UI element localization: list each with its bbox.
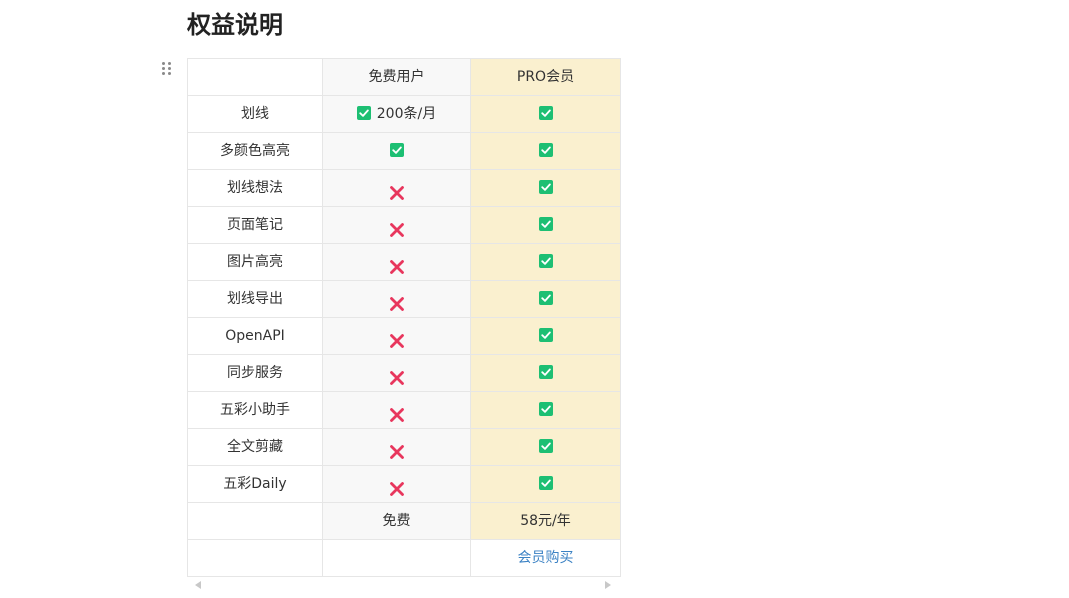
pro-tier-cell <box>470 169 621 207</box>
check-icon <box>538 254 553 268</box>
check-icon <box>538 439 553 453</box>
feature-name: 划线导出 <box>187 280 323 318</box>
feature-name: 划线想法 <box>187 169 323 207</box>
buy-row: 会员购买 <box>187 539 621 577</box>
free-tier-cell <box>322 243 471 281</box>
free-price: 免费 <box>322 502 471 540</box>
check-icon <box>538 180 553 194</box>
table-row: 页面笔记 <box>187 206 621 244</box>
pro-tier-cell <box>470 354 621 392</box>
check-icon <box>538 291 553 305</box>
feature-name: 图片高亮 <box>187 243 323 281</box>
drag-handle-icon[interactable] <box>162 62 174 78</box>
pro-tier-cell <box>470 391 621 429</box>
pro-tier-cell <box>470 206 621 244</box>
rights-table: 免费用户 PRO会员 划线 200条/月多颜色高亮 划线想法 页面笔记 图片高亮 划线导出… <box>187 58 621 577</box>
free-tier-cell <box>322 317 471 355</box>
buy-cell: 会员购买 <box>470 539 621 577</box>
pro-tier-cell <box>470 428 621 466</box>
header-cell-feature <box>187 58 323 96</box>
check-icon <box>538 143 553 157</box>
table-row: 多颜色高亮 <box>187 132 621 170</box>
check-icon <box>389 143 404 157</box>
feature-name: 页面笔记 <box>187 206 323 244</box>
check-icon <box>538 365 553 379</box>
table-row: OpenAPI <box>187 317 621 355</box>
free-tier-cell <box>322 132 471 170</box>
empty-cell <box>322 539 471 577</box>
feature-name: 多颜色高亮 <box>187 132 323 170</box>
scroll-right-arrow-icon[interactable] <box>605 581 611 589</box>
price-row: 免费 58元/年 <box>187 502 621 540</box>
page-title: 权益说明 <box>187 11 283 39</box>
check-icon <box>356 106 371 120</box>
check-icon <box>538 476 553 490</box>
pro-tier-cell <box>470 95 621 133</box>
check-icon <box>538 106 553 120</box>
free-tier-cell <box>322 354 471 392</box>
cross-icon <box>389 179 405 200</box>
cross-icon <box>389 216 405 237</box>
pro-tier-cell <box>470 132 621 170</box>
pro-price: 58元/年 <box>470 502 621 540</box>
feature-name: 同步服务 <box>187 354 323 392</box>
free-tier-cell <box>322 465 471 503</box>
price-row-label <box>187 502 323 540</box>
free-tier-cell <box>322 206 471 244</box>
feature-name: 划线 <box>187 95 323 133</box>
free-tier-cell <box>322 280 471 318</box>
buy-membership-link[interactable]: 会员购买 <box>518 550 574 566</box>
check-icon <box>538 217 553 231</box>
free-tier-cell <box>322 169 471 207</box>
table-row: 划线导出 <box>187 280 621 318</box>
feature-name: 全文剪藏 <box>187 428 323 466</box>
pro-tier-cell <box>470 465 621 503</box>
cross-icon <box>389 327 405 348</box>
cross-icon <box>389 253 405 274</box>
header-cell-pro: PRO会员 <box>470 58 621 96</box>
free-tier-cell <box>322 391 471 429</box>
feature-name: 五彩Daily <box>187 465 323 503</box>
cross-icon <box>389 290 405 311</box>
cross-icon <box>389 475 405 496</box>
table-row: 五彩小助手 <box>187 391 621 429</box>
feature-name: 五彩小助手 <box>187 391 323 429</box>
header-cell-free: 免费用户 <box>322 58 471 96</box>
pro-tier-cell <box>470 280 621 318</box>
check-icon <box>538 328 553 342</box>
table-row: 划线想法 <box>187 169 621 207</box>
table-row: 同步服务 <box>187 354 621 392</box>
table-row: 图片高亮 <box>187 243 621 281</box>
feature-name: OpenAPI <box>187 317 323 355</box>
cross-icon <box>389 438 405 459</box>
cross-icon <box>389 401 405 422</box>
table-row: 五彩Daily <box>187 465 621 503</box>
cross-icon <box>389 364 405 385</box>
free-tier-cell: 200条/月 <box>322 95 471 133</box>
free-tier-quota: 200条/月 <box>376 106 437 122</box>
table-row: 划线 200条/月 <box>187 95 621 133</box>
pro-tier-cell <box>470 243 621 281</box>
free-tier-cell <box>322 428 471 466</box>
check-icon <box>538 402 553 416</box>
table-row: 全文剪藏 <box>187 428 621 466</box>
empty-cell <box>187 539 323 577</box>
scroll-left-arrow-icon[interactable] <box>195 581 201 589</box>
header-row: 免费用户 PRO会员 <box>187 58 621 96</box>
pro-tier-cell <box>470 317 621 355</box>
